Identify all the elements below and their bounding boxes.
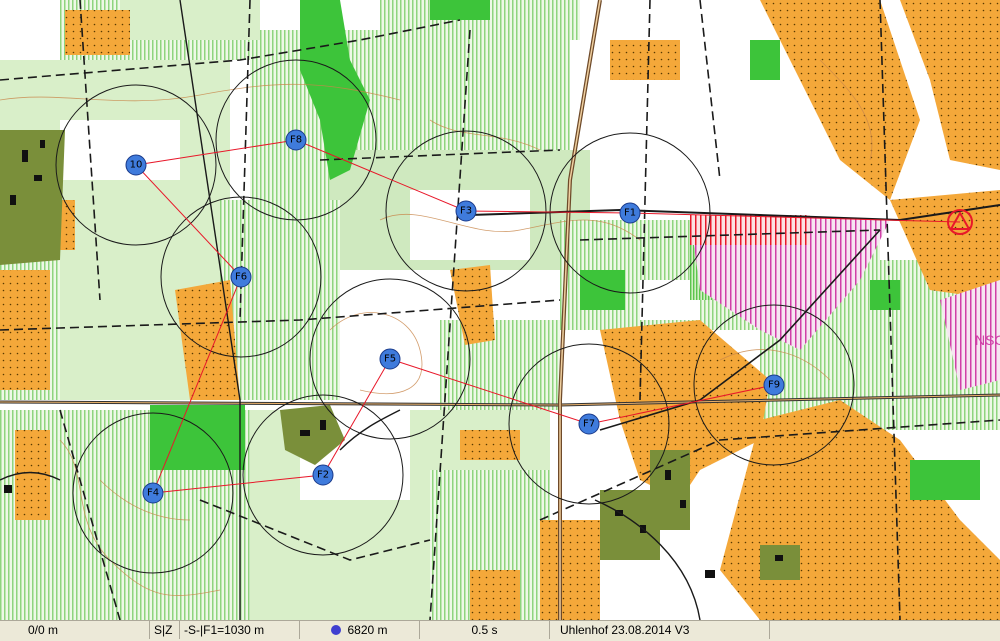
status-spacer	[770, 621, 1000, 639]
control-f6-label: F6	[235, 272, 247, 283]
status-distance: 0/0 m	[0, 621, 150, 639]
control-f8[interactable]: F8	[285, 129, 307, 151]
status-time: 0.5 s	[420, 621, 550, 639]
control-f5-label: F5	[384, 354, 396, 365]
control-f2[interactable]: F2	[312, 464, 334, 486]
control-10[interactable]: 10	[125, 154, 147, 176]
control-f7-label: F7	[583, 419, 595, 430]
control-f3[interactable]: F3	[455, 200, 477, 222]
control-f8-label: F8	[290, 135, 302, 146]
control-f5[interactable]: F5	[379, 348, 401, 370]
status-total: 6820 m	[300, 621, 420, 639]
control-f2-label: F2	[317, 470, 329, 481]
status-bar: 0/0 m S|Z -S-|F1=1030 m 6820 m 0.5 s Uhl…	[0, 620, 1000, 641]
status-event: Uhlenhof 23.08.2014 V3	[550, 621, 770, 639]
control-f4[interactable]: F4	[142, 482, 164, 504]
control-f1-label: F1	[624, 208, 636, 219]
control-10-label: 10	[130, 160, 143, 171]
control-f1[interactable]: F1	[619, 202, 641, 224]
total-dot-icon	[331, 625, 342, 635]
control-f9[interactable]: F9	[763, 374, 785, 396]
status-sz: S|Z	[150, 621, 180, 639]
control-f7[interactable]: F7	[578, 413, 600, 435]
status-leg: -S-|F1=1030 m	[180, 621, 300, 639]
control-f3-label: F3	[460, 206, 472, 217]
map-text-nso: NSO	[975, 332, 1000, 348]
status-total-value: 6820 m	[347, 623, 388, 637]
orienteering-map[interactable]: NSO F1 F2 F3 F4 F5 F6 F7 F8 F9 10	[0, 0, 1000, 620]
control-f9-label: F9	[768, 380, 780, 391]
control-f6[interactable]: F6	[230, 266, 252, 288]
control-f4-label: F4	[147, 488, 159, 499]
